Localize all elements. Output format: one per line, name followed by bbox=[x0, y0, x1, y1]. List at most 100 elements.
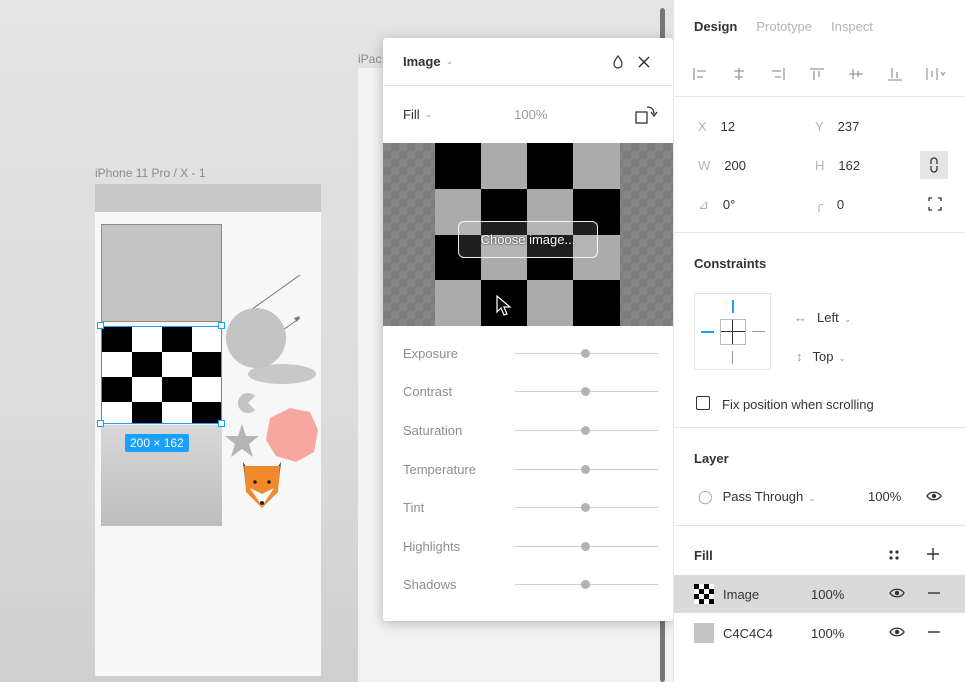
shadows-slider[interactable] bbox=[515, 580, 658, 590]
align-right-icon[interactable] bbox=[770, 64, 809, 84]
constraints-section: Constraints ↔ Left ⌄ ↕ Top ⌄ Fix position wh… bbox=[674, 233, 965, 428]
choose-image-button[interactable]: Choose image... bbox=[458, 221, 598, 258]
constrain-proportions-icon[interactable] bbox=[920, 151, 948, 179]
h-value[interactable]: 162 bbox=[838, 158, 860, 173]
image-preview[interactable]: Choose image... bbox=[383, 143, 673, 326]
highlights-slider[interactable] bbox=[515, 541, 658, 551]
fill-item-color[interactable]: C4C4C4 100% bbox=[674, 614, 965, 652]
align-top-icon[interactable] bbox=[809, 64, 848, 84]
h-field[interactable]: H 162 bbox=[815, 158, 860, 173]
resize-handle-top-left[interactable] bbox=[97, 322, 104, 329]
y-field[interactable]: Y 237 bbox=[815, 119, 859, 134]
corner-radius-field[interactable]: ╭ 0 bbox=[815, 197, 844, 213]
horizontal-constraint-dropdown[interactable]: ↔ Left ⌄ bbox=[794, 310, 851, 325]
fill-name[interactable]: Image bbox=[723, 587, 811, 602]
temperature-slider[interactable] bbox=[515, 464, 658, 474]
popover-title-dropdown[interactable]: Image bbox=[403, 54, 441, 69]
slider-thumb[interactable] bbox=[581, 387, 590, 397]
eye-icon[interactable] bbox=[926, 490, 942, 505]
align-horizontal-center-icon[interactable] bbox=[731, 64, 770, 84]
slider-thumb[interactable] bbox=[581, 580, 590, 590]
checkerboard-swatch-icon[interactable] bbox=[694, 584, 714, 604]
slider-thumb[interactable] bbox=[581, 541, 590, 551]
adjust-label: Tint bbox=[403, 500, 425, 516]
corner-radius-value[interactable]: 0 bbox=[837, 197, 844, 212]
constraint-bottom[interactable] bbox=[732, 351, 733, 364]
align-bottom-icon[interactable] bbox=[887, 64, 926, 84]
fix-position-checkbox[interactable] bbox=[696, 396, 710, 410]
pacman-shape bbox=[237, 393, 255, 414]
color-swatch-icon[interactable] bbox=[694, 623, 714, 643]
x-value[interactable]: 12 bbox=[721, 119, 735, 134]
selected-image-layer[interactable] bbox=[101, 326, 222, 424]
fix-position-label[interactable]: Fix position when scrolling bbox=[722, 397, 874, 412]
popover-header: Image ⌄ bbox=[383, 38, 673, 86]
rotate-image-icon[interactable] bbox=[633, 102, 659, 128]
remove-fill-icon[interactable] bbox=[927, 625, 941, 642]
chevron-down-icon: ⌄ bbox=[838, 353, 847, 363]
blend-mode-value: Pass Through bbox=[722, 489, 804, 504]
constraint-right[interactable] bbox=[752, 331, 765, 332]
y-value[interactable]: 237 bbox=[838, 119, 860, 134]
resize-handle-bottom-left[interactable] bbox=[97, 420, 104, 427]
layer-opacity-value[interactable]: 100% bbox=[868, 489, 901, 504]
mouse-cursor-icon bbox=[496, 295, 512, 316]
rotation-field[interactable]: ⊿ 0° bbox=[698, 197, 735, 213]
slider-thumb[interactable] bbox=[581, 425, 590, 435]
tab-prototype[interactable]: Prototype bbox=[756, 19, 812, 34]
distribute-icon[interactable] bbox=[926, 64, 965, 84]
exposure-slider[interactable] bbox=[515, 348, 658, 358]
w-label: W bbox=[698, 158, 711, 173]
canvas-shapes-group[interactable] bbox=[220, 260, 330, 530]
chevron-down-icon[interactable]: ⌄ bbox=[425, 109, 433, 120]
adjust-label: Temperature bbox=[403, 461, 476, 477]
w-field[interactable]: W 200 bbox=[698, 158, 746, 173]
eye-icon[interactable] bbox=[889, 626, 927, 641]
constraint-top-active[interactable] bbox=[732, 300, 734, 313]
h-label: H bbox=[815, 158, 825, 173]
adjust-label: Contrast bbox=[403, 384, 453, 400]
style-grid-icon[interactable] bbox=[888, 549, 900, 564]
constraints-widget[interactable] bbox=[694, 293, 771, 370]
independent-corners-icon[interactable] bbox=[928, 197, 942, 214]
constraint-left-active[interactable] bbox=[701, 331, 714, 333]
contrast-slider[interactable] bbox=[515, 387, 658, 397]
vertical-constraint-dropdown[interactable]: ↕ Top ⌄ bbox=[796, 349, 846, 364]
close-icon[interactable] bbox=[631, 49, 657, 75]
fill-opacity-value[interactable]: 100% bbox=[514, 107, 547, 122]
tint-slider[interactable] bbox=[515, 503, 658, 513]
fill-opacity[interactable]: 100% bbox=[811, 626, 889, 641]
blend-mode-dropdown[interactable]: ◯ Pass Through ⌄ bbox=[698, 489, 816, 505]
fill-item-image[interactable]: Image 100% bbox=[674, 575, 965, 613]
align-left-icon[interactable] bbox=[692, 64, 731, 84]
x-field[interactable]: X 12 bbox=[698, 119, 735, 134]
w-value[interactable]: 200 bbox=[724, 158, 746, 173]
ipad-frame-label[interactable]: iPac bbox=[358, 52, 381, 66]
saturation-slider[interactable] bbox=[515, 425, 658, 435]
slider-thumb[interactable] bbox=[581, 503, 590, 513]
rotation-value[interactable]: 0° bbox=[723, 197, 735, 212]
properties-panel: Design Prototype Inspect X 12 Y 237 W 200 H… bbox=[673, 0, 965, 682]
slider-thumb[interactable] bbox=[581, 348, 590, 358]
corner-radius-icon: ╭ bbox=[815, 197, 823, 212]
slider-thumb[interactable] bbox=[581, 464, 590, 474]
fill-mode-dropdown[interactable]: Fill bbox=[403, 107, 420, 122]
tab-inspect[interactable]: Inspect bbox=[831, 19, 873, 34]
eye-icon[interactable] bbox=[889, 587, 927, 602]
fill-opacity[interactable]: 100% bbox=[811, 587, 889, 602]
fox-icon bbox=[243, 462, 281, 508]
adjust-row-tint: Tint bbox=[383, 488, 673, 527]
chevron-down-icon[interactable]: ⌄ bbox=[446, 56, 454, 67]
fill-hex[interactable]: C4C4C4 bbox=[723, 626, 811, 641]
fill-section: Fill Image 100% C4C4C4 100% bbox=[674, 526, 965, 681]
tab-design[interactable]: Design bbox=[694, 19, 737, 34]
adjust-row-contrast: Contrast bbox=[383, 373, 673, 412]
alignment-toolbar bbox=[674, 52, 965, 97]
gray-rectangle-top[interactable] bbox=[101, 224, 222, 322]
blend-drop-icon[interactable] bbox=[605, 49, 631, 75]
add-fill-icon[interactable] bbox=[926, 547, 940, 564]
blend-drop-icon: ◯ bbox=[698, 489, 713, 504]
phone-frame-label[interactable]: iPhone 11 Pro / X - 1 bbox=[95, 166, 206, 180]
remove-fill-icon[interactable] bbox=[927, 586, 941, 603]
align-vertical-center-icon[interactable] bbox=[848, 64, 887, 84]
